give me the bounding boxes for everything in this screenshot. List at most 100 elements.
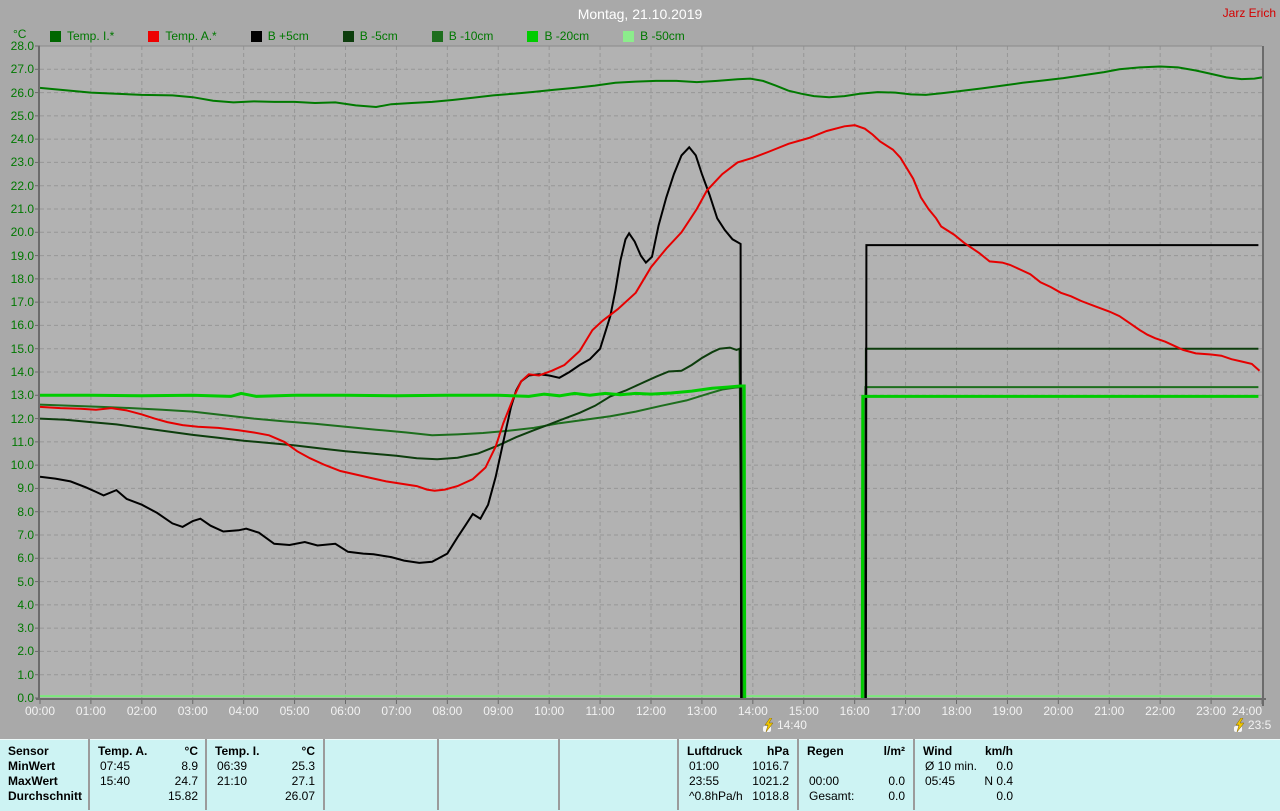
table-col-unit: °C [184, 744, 198, 758]
x-tick-label: 24:00 [1231, 704, 1263, 718]
table-column-separator [677, 739, 679, 810]
y-tick-label: 3.0 [17, 621, 34, 636]
table-cell-value: 8.9 [181, 759, 198, 773]
marker-bolt-icon [1233, 718, 1247, 733]
x-tick-label: 14:00 [737, 704, 768, 718]
temperature-chart [35, 45, 1266, 706]
y-tick-label: 24.0 [10, 132, 34, 147]
table-column-separator [323, 739, 325, 810]
x-tick-label: 02:00 [126, 704, 157, 718]
x-tick-label: 08:00 [432, 704, 463, 718]
x-tick-label: 04:00 [228, 704, 259, 718]
y-tick-label: 2.0 [17, 644, 34, 659]
table-col-unit: °C [301, 744, 315, 758]
table-col-unit: l/m² [883, 744, 905, 758]
table-row-label: MaxWert [8, 774, 58, 788]
x-tick-label: 16:00 [839, 704, 870, 718]
table-cell-value: 24.7 [174, 774, 198, 788]
series-temp-a [39, 124, 1261, 492]
marker-time-label: 23:5 [1247, 718, 1272, 732]
y-tick-label: 28.0 [10, 39, 34, 53]
x-tick-label: 10:00 [534, 704, 565, 718]
y-tick-label: 25.0 [10, 108, 34, 123]
x-tick-label: 19:00 [992, 704, 1023, 718]
marker-bolt-icon [762, 718, 776, 733]
y-tick-label: 13.0 [10, 388, 34, 403]
table-cell-value: N 0.4 [984, 774, 1013, 788]
table-cell-value: 1016.7 [752, 759, 789, 773]
y-tick-label: 4.0 [17, 597, 34, 612]
table-column-separator [205, 739, 207, 810]
table-cell-value: 0.0 [888, 774, 905, 788]
y-tick-label: 17.0 [10, 295, 34, 310]
table-col-unit: hPa [766, 744, 789, 758]
y-tick-label: 23.0 [10, 155, 34, 170]
series-b-minus5 [864, 347, 1259, 699]
x-tick-label: 03:00 [177, 704, 208, 718]
y-tick-label: 20.0 [10, 225, 34, 240]
table-column-separator [797, 739, 799, 810]
x-tick-label: 05:00 [279, 704, 310, 718]
table-cell-value: 1021.2 [752, 774, 789, 788]
table-cell-value: 0.0 [996, 759, 1013, 773]
x-tick-label: 00:00 [24, 704, 56, 718]
marker-time-label: 14:40 [776, 718, 807, 732]
x-tick-label: 07:00 [381, 704, 412, 718]
x-tick-label: 20:00 [1043, 704, 1074, 718]
x-tick-label: 21:00 [1094, 704, 1125, 718]
x-tick-label: 22:00 [1145, 704, 1176, 718]
y-tick-label: 7.0 [17, 528, 34, 542]
table-row-label: Durchschnitt [8, 789, 83, 803]
y-tick-label: 11.0 [11, 434, 34, 449]
table-cell-value: 26.07 [284, 789, 315, 803]
weather-logger-screen: { "header": { "title": "Montag, 21.10.20… [0, 0, 1280, 811]
table-col-unit: km/h [984, 744, 1013, 758]
y-tick-label: 21.0 [10, 202, 34, 216]
table-column-separator [437, 739, 439, 810]
y-tick-label: 26.0 [10, 85, 34, 100]
series-b-plus5 [39, 145, 743, 699]
table-row-label: Sensor [8, 744, 49, 758]
x-tick-label: 06:00 [330, 704, 361, 718]
table-column-separator [558, 739, 560, 810]
y-tick-label: 15.0 [10, 341, 34, 356]
series-b-minus5 [39, 346, 744, 699]
y-tick-label: 14.0 [10, 365, 34, 379]
table-column-separator [88, 739, 90, 810]
x-tick-label: 15:00 [788, 704, 819, 718]
y-tick-label: 1.0 [17, 667, 34, 682]
y-tick-label: 5.0 [17, 574, 34, 589]
table-cell-value: 1018.8 [752, 789, 789, 803]
x-tick-label: 12:00 [635, 704, 667, 718]
x-tick-label: 23:00 [1196, 704, 1227, 718]
time-marker: 23:5 [1233, 718, 1271, 733]
table-row-label: MinWert [8, 759, 56, 773]
x-tick-label: 11:00 [585, 704, 615, 718]
y-tick-label: 9.0 [17, 481, 34, 496]
series-b-plus5 [864, 244, 1259, 699]
y-tick-label: 6.0 [17, 551, 34, 566]
y-tick-label: 0.0 [17, 691, 34, 705]
table-cell-value: 27.1 [291, 774, 315, 788]
table-cell-value: 15.82 [167, 789, 198, 803]
table-column-separator [913, 739, 915, 810]
y-tick-label: 16.0 [10, 318, 34, 333]
y-tick-label: 12.0 [10, 411, 34, 426]
x-tick-label: 01:00 [75, 704, 106, 718]
series-temp-i [39, 65, 1263, 109]
table-cell-value: 0.0 [996, 789, 1013, 803]
y-tick-label: 8.0 [17, 504, 34, 519]
statistics-table: Sensor MinWert MaxWert Durchschnitt Temp. A.… [0, 739, 1280, 811]
y-tick-label: 10.0 [10, 458, 34, 473]
table-cell-value: 25.3 [291, 759, 315, 773]
y-tick-label: 22.0 [10, 178, 34, 193]
y-tick-label: 27.0 [10, 62, 34, 77]
x-tick-label: 17:00 [890, 704, 921, 718]
y-tick-label: 18.0 [10, 271, 34, 286]
x-tick-label: 09:00 [483, 704, 514, 718]
table-cell-value: 0.0 [888, 789, 905, 803]
y-tick-label: 19.0 [10, 248, 34, 263]
x-tick-label: 13:00 [686, 704, 717, 718]
x-tick-label: 18:00 [941, 704, 972, 718]
time-marker: 14:40 [762, 718, 807, 733]
